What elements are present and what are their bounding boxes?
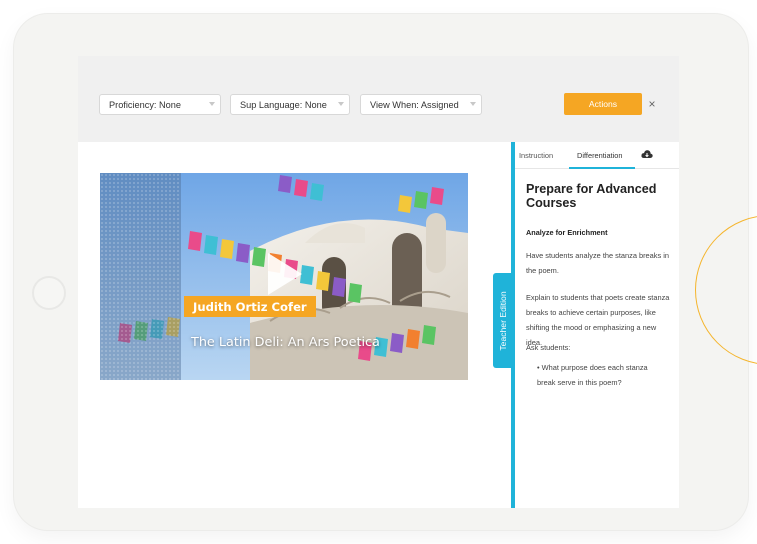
sup-language-label: Sup Language: None (240, 99, 327, 110)
toolbar: Proficiency: None Sup Language: None Vie… (78, 56, 679, 142)
chevron-down-icon (338, 102, 344, 106)
cloud-download-icon[interactable] (641, 149, 653, 159)
view-when-dropdown[interactable]: View When: Assigned (360, 94, 482, 115)
video-author-label: Judith Ortiz Cofer (184, 296, 316, 317)
stage: Proficiency: None Sup Language: None Vie… (0, 0, 757, 544)
teacher-panel: Instruction Differentiation Prepare for … (515, 142, 679, 508)
video-title: The Latin Deli: An Ars Poetica (191, 335, 380, 350)
home-button[interactable] (32, 276, 66, 310)
chevron-down-icon (209, 102, 215, 106)
panel-title: Prepare for Advanced Courses (526, 182, 657, 210)
panel-paragraph: Ask students: (526, 343, 571, 352)
panel-tabs: Instruction Differentiation (515, 142, 679, 169)
tab-instruction[interactable]: Instruction (519, 151, 553, 160)
proficiency-label: Proficiency: None (109, 99, 182, 110)
proficiency-dropdown[interactable]: Proficiency: None (99, 94, 221, 115)
play-icon[interactable] (268, 253, 302, 295)
app-screen: Proficiency: None Sup Language: None Vie… (78, 56, 679, 508)
sup-language-dropdown[interactable]: Sup Language: None (230, 94, 350, 115)
active-tab-indicator (569, 167, 635, 169)
actions-button[interactable]: Actions (564, 93, 642, 115)
thumbnail-overlay (100, 173, 181, 380)
teacher-edition-tab[interactable]: Teacher Edition (493, 273, 513, 368)
tab-differentiation[interactable]: Differentiation (577, 151, 622, 160)
close-icon[interactable]: × (644, 94, 660, 114)
view-when-label: View When: Assigned (370, 99, 459, 110)
chevron-down-icon (470, 102, 476, 106)
panel-paragraph: Have students analyze the stanza breaks … (526, 251, 669, 275)
video-player[interactable]: Judith Ortiz Cofer The Latin Deli: An Ar… (100, 173, 468, 380)
teacher-edition-label: Teacher Edition (498, 290, 508, 351)
panel-bullet-item: • What purpose does each stanza break se… (537, 363, 648, 387)
panel-subheading: Analyze for Enrichment (526, 228, 608, 237)
